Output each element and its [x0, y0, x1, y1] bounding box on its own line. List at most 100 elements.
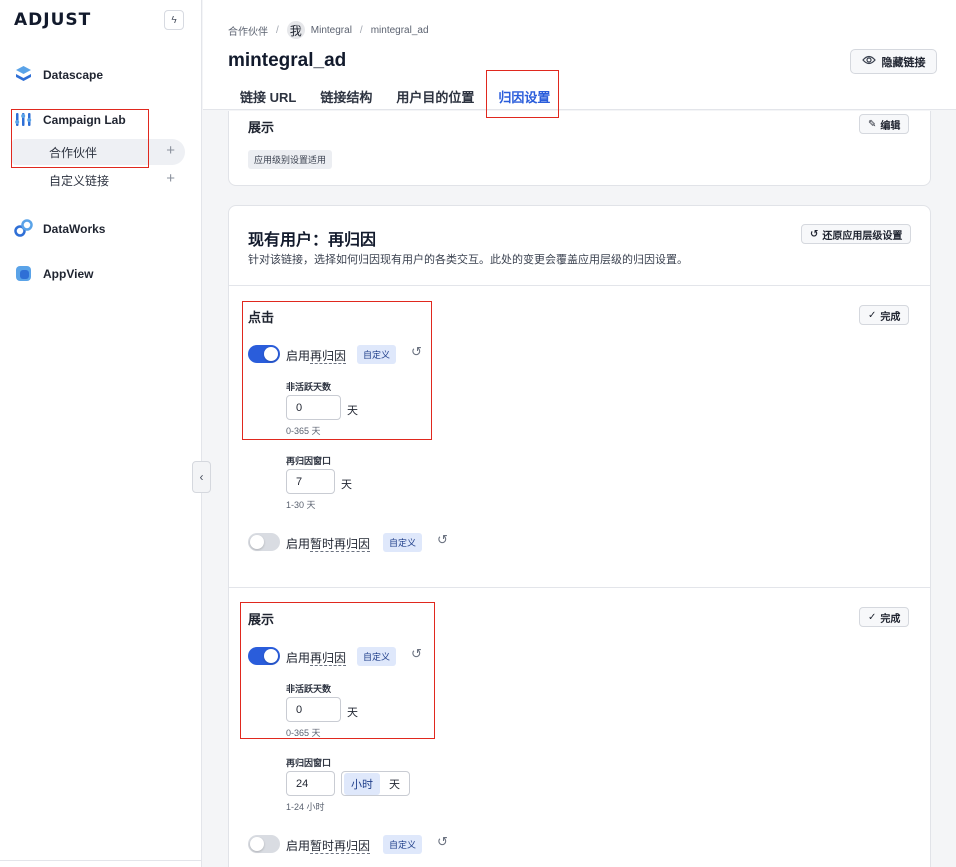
edit-button[interactable]: ✎ 编辑 — [859, 114, 910, 134]
label-term: 暂时再归因 — [310, 537, 371, 552]
edit-label: 编辑 — [880, 120, 901, 132]
custom-tag: 自定义 — [357, 345, 397, 364]
page-title: mintegral_ad — [228, 50, 347, 71]
reattribution-window-label: 再归因窗口 — [286, 758, 332, 768]
adjust-logo[interactable]: ADJUST — [14, 10, 91, 30]
click-inactive-days-input[interactable]: 0 — [286, 395, 341, 420]
click-temp-reattribution-toggle[interactable] — [248, 533, 280, 551]
toggle-knob — [250, 535, 264, 549]
click-reattribution-toggle[interactable] — [248, 345, 280, 363]
label-prefix: 启用 — [286, 651, 311, 665]
impression-temp-reattribution-label: 启用暂时再归因 — [286, 837, 371, 854]
impression-reattribution-label: 启用再归因 — [286, 649, 347, 666]
impression-done-button[interactable]: ✓ 完成 — [859, 607, 910, 627]
click-heading: 点击 — [248, 310, 275, 325]
done-label: 完成 — [880, 613, 901, 625]
sidebar-item-custom-links[interactable]: 自定义链接 + — [12, 167, 185, 193]
divider — [229, 285, 930, 286]
click-reattribution-label: 启用再归因 — [286, 347, 347, 364]
add-custom-link-icon[interactable]: + — [166, 171, 175, 187]
label-term: 再归因 — [310, 651, 347, 666]
click-temp-reattribution-label: 启用暂时再归因 — [286, 535, 371, 552]
impression-reattribution-toggle[interactable] — [248, 647, 280, 665]
eye-icon — [861, 55, 876, 68]
undo-icon: ↺ — [810, 228, 819, 240]
reattribution-card: 现有用户：再归因 针对该链接，选择如何归因现有用户的各类交互。此处的变更会覆盖应… — [228, 205, 931, 867]
bolt-icon: ϟ — [171, 14, 177, 26]
breadcrumb-separator: / — [359, 24, 363, 36]
click-window-input[interactable]: 7 — [286, 469, 335, 494]
page-header: 合作伙伴 / 我 Mintegral / mintegral_ad minteg… — [203, 0, 956, 115]
nav-label: Campaign Lab — [43, 112, 126, 127]
toggle-knob — [264, 649, 278, 663]
nav-label: DataWorks — [43, 221, 106, 236]
nav-campaign-lab[interactable]: Campaign Lab — [14, 110, 126, 129]
appview-icon — [14, 264, 33, 283]
campaign-lab-icon — [14, 110, 33, 129]
main-content: 展示 ✎ 编辑 应用级别设置适用 现有用户：再归因 针对该链接，选择如何归因现有… — [203, 111, 956, 867]
quick-action-button[interactable]: ϟ — [164, 10, 184, 30]
card-heading: 展示 — [248, 120, 275, 135]
reattribution-window-label: 再归因窗口 — [286, 456, 332, 466]
window-unit-selector: 小时 天 — [341, 771, 410, 796]
collapse-sidebar-button[interactable]: ‹ — [192, 461, 211, 493]
nav-dataworks[interactable]: DataWorks — [14, 219, 105, 238]
reset-icon[interactable]: ↺ — [411, 646, 422, 662]
chevron-left-icon: ‹ — [199, 470, 204, 484]
label-prefix: 启用 — [286, 839, 311, 853]
unit-label: 天 — [347, 707, 358, 719]
edit-icon: ✎ — [868, 118, 877, 130]
hide-link-button[interactable]: 隐藏链接 — [850, 49, 937, 74]
divider — [229, 587, 930, 588]
add-partner-icon[interactable]: + — [166, 143, 175, 159]
section-description: 针对该链接，选择如何归因现有用户的各类交互。此处的变更会覆盖应用层级的归因设置。 — [248, 254, 688, 266]
restore-app-settings-button[interactable]: ↺ 还原应用层级设置 — [801, 224, 912, 244]
label-term: 暂时再归因 — [310, 839, 371, 854]
sidebar-divider — [0, 860, 202, 861]
impression-heading: 展示 — [248, 612, 275, 627]
avatar: 我 — [286, 21, 305, 39]
window-hint: 1-24 小时 — [286, 802, 325, 812]
breadcrumb-mintegral[interactable]: Mintegral — [311, 25, 352, 36]
label-term: 再归因 — [310, 349, 347, 364]
inactive-days-hint: 0-365 天 — [286, 728, 321, 738]
nav-appview[interactable]: AppView — [14, 264, 93, 283]
custom-tag: 自定义 — [383, 835, 423, 854]
app-level-tag: 应用级别设置适用 — [248, 150, 333, 169]
check-icon: ✓ — [868, 309, 877, 321]
breadcrumb-partners[interactable]: 合作伙伴 — [228, 23, 268, 38]
inactive-days-label: 非活跃天数 — [286, 382, 332, 392]
label-prefix: 启用 — [286, 537, 311, 551]
inactive-days-label: 非活跃天数 — [286, 684, 332, 694]
section-title: 现有用户：再归因 — [248, 232, 377, 249]
click-done-button[interactable]: ✓ 完成 — [859, 305, 910, 325]
label-prefix: 启用 — [286, 349, 311, 363]
nav-datascape[interactable]: Datascape — [14, 65, 103, 84]
impression-window-input[interactable]: 24 — [286, 771, 335, 796]
hide-link-label: 隐藏链接 — [881, 56, 926, 69]
impression-temp-reattribution-toggle[interactable] — [248, 835, 280, 853]
sidebar-item-label: 合作伙伴 — [49, 145, 98, 160]
custom-tag: 自定义 — [357, 647, 397, 666]
unit-label: 天 — [347, 405, 358, 417]
unit-option-days[interactable]: 天 — [382, 773, 407, 795]
breadcrumb-current: mintegral_ad — [370, 24, 429, 36]
datascape-icon — [14, 65, 33, 84]
unit-option-hours[interactable]: 小时 — [344, 772, 380, 795]
sidebar-item-label: 自定义链接 — [49, 173, 110, 188]
nav-label: AppView — [43, 266, 94, 281]
check-icon: ✓ — [868, 611, 877, 623]
reset-icon[interactable]: ↺ — [437, 834, 448, 850]
restore-label: 还原应用层级设置 — [822, 230, 903, 242]
toggle-knob — [264, 347, 278, 361]
window-hint: 1-30 天 — [286, 500, 316, 510]
impression-summary-card: 展示 ✎ 编辑 应用级别设置适用 — [228, 111, 931, 186]
sidebar: ADJUST ϟ Datascape Campaign Lab 合作伙伴 + 自… — [0, 0, 202, 867]
reset-icon[interactable]: ↺ — [411, 344, 422, 360]
reset-icon[interactable]: ↺ — [437, 532, 448, 548]
sidebar-item-partners[interactable]: 合作伙伴 + — [12, 139, 185, 165]
impression-inactive-days-input[interactable]: 0 — [286, 697, 341, 722]
breadcrumb-separator: / — [276, 24, 279, 36]
toggle-knob — [250, 837, 264, 851]
inactive-days-hint: 0-365 天 — [286, 426, 321, 436]
